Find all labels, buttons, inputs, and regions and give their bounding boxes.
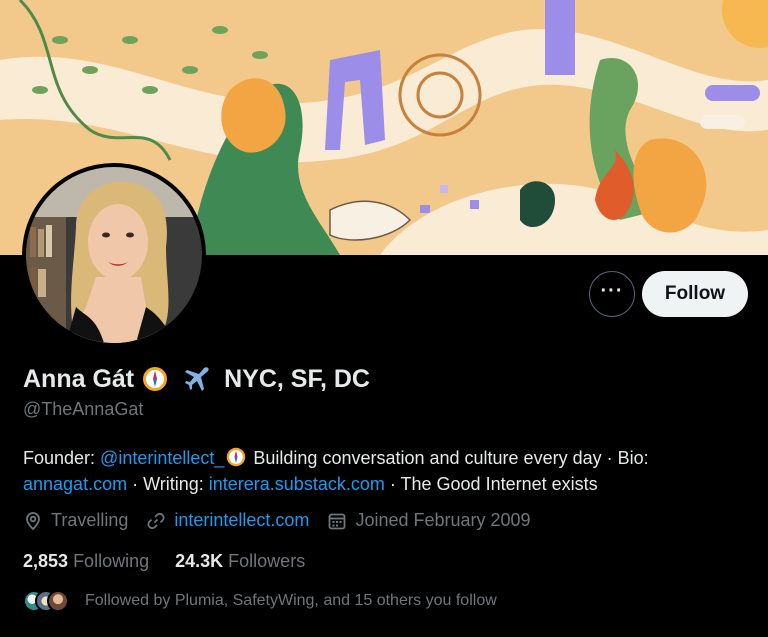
following-stat[interactable]: 2,853 Following: [23, 551, 149, 572]
bio-mention-link[interactable]: @interintellect_: [100, 448, 224, 468]
bio-link-substack[interactable]: interera.substack.com: [209, 474, 385, 494]
meta-location: Travelling: [23, 510, 128, 531]
user-handle: @TheAnnaGat: [23, 399, 144, 419]
location-text: Travelling: [51, 510, 129, 530]
follower-avatars: [23, 590, 71, 612]
followed-by-text: Followed by Plumia, SafetyWing, and 15 o…: [85, 592, 497, 609]
avatar-photo: [26, 167, 202, 343]
follow-button[interactable]: Follow: [642, 271, 748, 317]
profile-stats: 2,853 Following 24.3K Followers: [23, 551, 331, 572]
airplane-icon: [185, 367, 209, 391]
profile-name-row: Anna Gát NYC, SF, DC: [23, 364, 370, 394]
bio-text: · Writing:: [127, 474, 209, 494]
compass-icon: [227, 447, 246, 467]
followers-stat[interactable]: 24.3K Followers: [175, 551, 305, 572]
followers-count: 24.3K: [175, 551, 224, 571]
bio-text: Founder:: [23, 448, 101, 468]
following-count: 2,853: [23, 551, 69, 571]
follower-avatar: [47, 590, 69, 612]
profile-bio: Founder: @interintellect_ Building conve…: [23, 445, 743, 497]
website-link[interactable]: interintellect.com: [174, 510, 309, 531]
name-location-text: NYC, SF, DC: [224, 364, 370, 393]
meta-website: interintellect.com: [146, 510, 309, 531]
location-pin-icon: [26, 511, 40, 530]
followers-label: Followers: [228, 551, 306, 571]
more-options-button[interactable]: ···: [589, 271, 635, 317]
more-options-icon: ···: [600, 280, 624, 302]
bio-text: Building conversation and culture every …: [248, 448, 649, 468]
link-icon: [147, 512, 165, 529]
meta-joined: Joined February 2009: [327, 510, 531, 531]
profile-avatar[interactable]: [22, 163, 206, 347]
display-name: Anna Gát: [23, 364, 135, 393]
following-label: Following: [73, 551, 150, 571]
joined-text: Joined February 2009: [355, 510, 531, 530]
calendar-icon: [329, 513, 346, 529]
compass-icon: [143, 367, 168, 391]
followed-by-row[interactable]: Followed by Plumia, SafetyWing, and 15 o…: [23, 590, 497, 612]
bio-text: · The Good Internet exists: [384, 474, 598, 494]
bio-link-annagat[interactable]: annagat.com: [23, 474, 127, 494]
profile-meta: Travelling interintellect.com Joined Feb…: [23, 510, 549, 531]
